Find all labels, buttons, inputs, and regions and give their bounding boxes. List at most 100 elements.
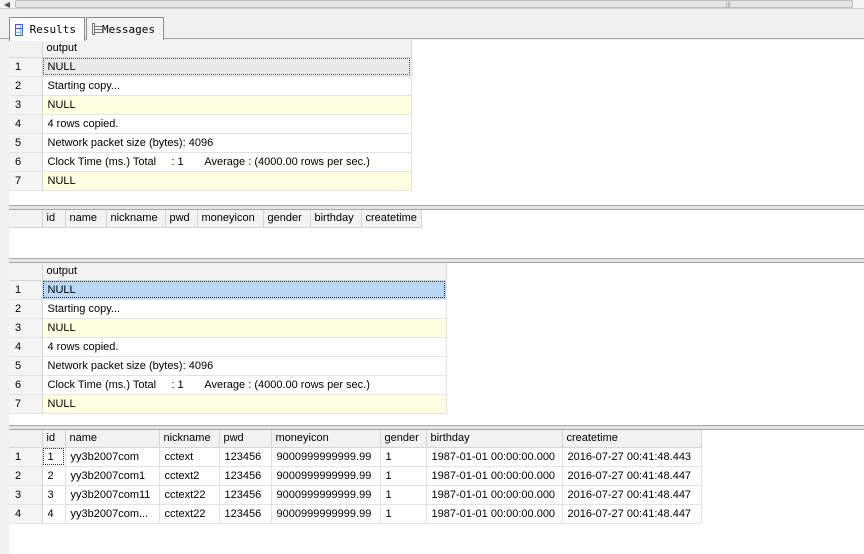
cell-birthday[interactable]: 1987-01-01 00:00:00.000 (426, 504, 563, 524)
column-header-moneyicon[interactable]: moneyicon (197, 210, 264, 228)
table-row[interactable]: 1 1 yy3b2007com cctext 123456 9000999999999.9… (9, 447, 702, 467)
column-header-pwd[interactable]: pwd (219, 430, 272, 448)
output-cell[interactable]: NULL (42, 280, 447, 300)
column-header-output[interactable]: output (42, 263, 447, 281)
output-cell[interactable]: Network packet size (bytes): 4096 (42, 356, 447, 376)
scroll-left-arrow-icon[interactable]: ◀ (0, 0, 14, 9)
output-cell[interactable]: NULL (42, 394, 447, 414)
cell-birthday[interactable]: 1987-01-01 00:00:00.000 (426, 466, 563, 486)
row-number[interactable]: 2 (9, 76, 43, 96)
row-header-corner[interactable] (9, 430, 43, 448)
table-row[interactable]: 4 4 yy3b2007com... cctext22 123456 9000999999… (9, 504, 702, 524)
output-cell[interactable]: NULL (42, 95, 412, 115)
column-header-name[interactable]: name (65, 210, 107, 228)
column-header-createtime[interactable]: createtime (361, 210, 422, 228)
column-header-id[interactable]: id (42, 210, 66, 228)
table-row[interactable]: 5 Network packet size (bytes): 4096 (9, 356, 447, 376)
cell-moneyicon[interactable]: 9000999999999.99 (271, 466, 381, 486)
row-header-corner[interactable] (9, 210, 43, 228)
cell-id[interactable]: 4 (42, 504, 66, 524)
table-row[interactable]: 44 rows copied. (9, 114, 412, 134)
column-header-nickname[interactable]: nickname (159, 430, 220, 448)
row-number[interactable]: 2 (9, 299, 43, 319)
results-grid-4[interactable]: id name nickname pwd moneyicon gender birthday… (9, 430, 864, 554)
output-cell[interactable]: Clock Time (ms.) Total : 1 Average : (40… (42, 152, 412, 172)
table-row[interactable]: 1 NULL (9, 280, 447, 300)
row-number[interactable]: 1 (9, 280, 43, 300)
cell-gender[interactable]: 1 (380, 504, 427, 524)
output-cell[interactable]: Starting copy... (42, 299, 447, 319)
column-header-id[interactable]: id (42, 430, 66, 448)
cell-moneyicon[interactable]: 9000999999999.99 (271, 485, 381, 505)
cell-moneyicon[interactable]: 9000999999999.99 (271, 447, 381, 467)
results-grid-2[interactable]: id name nickname pwd moneyicon gender birthday… (9, 210, 864, 258)
output-cell[interactable]: NULL (42, 318, 447, 338)
row-header-corner[interactable] (9, 263, 43, 281)
horizontal-scrollbar[interactable]: ◀ ||| (0, 0, 864, 9)
output-cell[interactable]: NULL (42, 57, 412, 77)
table-row[interactable]: 2 Starting copy... (9, 299, 447, 319)
column-header-gender[interactable]: gender (380, 430, 427, 448)
row-number[interactable]: 1 (9, 447, 43, 467)
column-header-gender[interactable]: gender (263, 210, 311, 228)
table-row[interactable]: 5 Network packet size (bytes): 4096 (9, 133, 412, 153)
row-header-corner[interactable] (9, 40, 43, 58)
output-cell[interactable]: Network packet size (bytes): 4096 (42, 133, 412, 153)
row-number[interactable]: 4 (9, 337, 43, 357)
row-number[interactable]: 6 (9, 375, 43, 395)
row-number[interactable]: 4 (9, 114, 43, 134)
row-number[interactable]: 4 (9, 504, 43, 524)
tab-results[interactable]: Results (9, 17, 85, 41)
table-row[interactable]: 2 Starting copy... (9, 76, 412, 96)
column-header-birthday[interactable]: birthday (310, 210, 362, 228)
output-cell[interactable]: NULL (42, 171, 412, 191)
scrollbar-thumb[interactable]: ||| (15, 0, 853, 8)
cell-createtime[interactable]: 2016-07-27 00:41:48.447 (562, 466, 702, 486)
table-row[interactable]: 6 Clock Time (ms.) Total : 1 Average : (4… (9, 375, 447, 395)
cell-birthday[interactable]: 1987-01-01 00:00:00.000 (426, 485, 563, 505)
row-number[interactable]: 7 (9, 394, 43, 414)
row-number[interactable]: 2 (9, 466, 43, 486)
column-header-nickname[interactable]: nickname (106, 210, 166, 228)
cell-nickname[interactable]: cctext2 (159, 466, 220, 486)
cell-gender[interactable]: 1 (380, 447, 427, 467)
cell-createtime[interactable]: 2016-07-27 00:41:48.447 (562, 504, 702, 524)
output-cell[interactable]: 4 rows copied. (42, 337, 447, 357)
cell-id[interactable]: 3 (42, 485, 66, 505)
column-header-output[interactable]: output (42, 40, 412, 58)
cell-birthday[interactable]: 1987-01-01 00:00:00.000 (426, 447, 563, 467)
column-header-name[interactable]: name (65, 430, 160, 448)
cell-id[interactable]: 2 (42, 466, 66, 486)
row-number[interactable]: 1 (9, 57, 43, 77)
tab-messages[interactable]: Messages (86, 17, 164, 40)
cell-id[interactable]: 1 (42, 447, 66, 467)
cell-nickname[interactable]: cctext22 (159, 485, 220, 505)
cell-createtime[interactable]: 2016-07-27 00:41:48.447 (562, 485, 702, 505)
cell-nickname[interactable]: cctext (159, 447, 220, 467)
column-header-pwd[interactable]: pwd (165, 210, 198, 228)
cell-nickname[interactable]: cctext22 (159, 504, 220, 524)
table-row[interactable]: 3 NULL (9, 95, 412, 115)
table-row[interactable]: 2 2 yy3b2007com1 cctext2 123456 9000999999999… (9, 466, 702, 486)
row-number[interactable]: 3 (9, 485, 43, 505)
cell-name[interactable]: yy3b2007com (65, 447, 160, 467)
cell-gender[interactable]: 1 (380, 485, 427, 505)
results-grid-1[interactable]: output 1 NULL 2 Starting copy... 3 NULL 4 4 row… (9, 40, 864, 205)
table-row[interactable]: 7 NULL (9, 171, 412, 191)
row-number[interactable]: 5 (9, 356, 43, 376)
table-row[interactable]: 3 NULL (9, 318, 447, 338)
cell-pwd[interactable]: 123456 (219, 447, 272, 467)
cell-moneyicon[interactable]: 9000999999999.99 (271, 504, 381, 524)
cell-createtime[interactable]: 2016-07-27 00:41:48.443 (562, 447, 702, 467)
cell-name[interactable]: yy3b2007com... (65, 504, 160, 524)
row-number[interactable]: 5 (9, 133, 43, 153)
table-row[interactable]: 1 NULL (9, 57, 412, 77)
table-row[interactable]: 6 Clock Time (ms.) Total : 1 Average : (4… (9, 152, 412, 172)
column-header-birthday[interactable]: birthday (426, 430, 563, 448)
cell-pwd[interactable]: 123456 (219, 504, 272, 524)
cell-name[interactable]: yy3b2007com1 (65, 466, 160, 486)
table-row[interactable]: 44 rows copied. (9, 337, 447, 357)
row-number[interactable]: 6 (9, 152, 43, 172)
column-header-createtime[interactable]: createtime (562, 430, 702, 448)
cell-pwd[interactable]: 123456 (219, 466, 272, 486)
